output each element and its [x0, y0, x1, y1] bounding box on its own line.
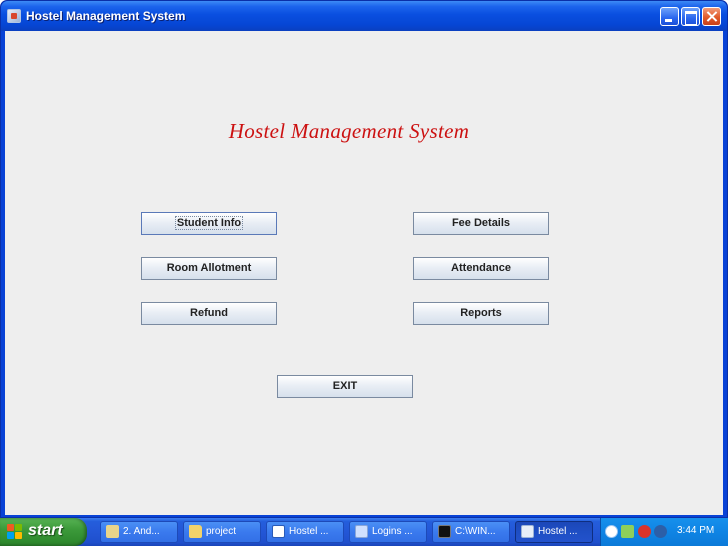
taskbar-item-active[interactable]: Hostel ... — [515, 521, 593, 543]
system-tray: 3:44 PM — [600, 518, 728, 546]
fee-details-button-label: Fee Details — [451, 217, 511, 229]
taskbar-item-label: project — [206, 526, 237, 537]
taskbar-item-label: Logins ... — [372, 526, 413, 537]
java-app-icon[interactable] — [7, 9, 21, 23]
taskbar: start 2. And... project Hostel ... Login… — [0, 518, 728, 546]
taskbar-item[interactable]: C:\WIN... — [432, 521, 510, 543]
word-document-icon — [272, 525, 285, 538]
start-button[interactable]: start — [0, 518, 87, 546]
taskbar-item[interactable]: Hostel ... — [266, 521, 344, 543]
taskbar-item-label: Hostel ... — [289, 526, 329, 537]
taskbar-item-label: C:\WIN... — [455, 526, 496, 537]
pencil-icon — [106, 525, 119, 538]
security-shield-icon[interactable] — [638, 525, 651, 538]
student-info-button-label: Student Info — [174, 216, 244, 230]
fee-details-button[interactable]: Fee Details — [413, 212, 549, 235]
maximize-button[interactable] — [681, 7, 700, 26]
network-icon[interactable] — [621, 525, 634, 538]
exit-button-label: EXIT — [332, 380, 358, 392]
command-prompt-icon — [438, 525, 451, 538]
windows-logo-icon — [7, 524, 23, 540]
main-panel: Hostel Management System Student Info Fe… — [5, 31, 723, 515]
title-bar[interactable]: Hostel Management System — [1, 1, 727, 31]
document-icon — [355, 525, 368, 538]
page-heading: Hostel Management System — [228, 119, 470, 143]
refund-button-label: Refund — [190, 307, 228, 319]
student-info-button[interactable]: Student Info — [141, 212, 277, 235]
folder-icon — [189, 525, 202, 538]
java-app-icon — [521, 525, 534, 538]
taskbar-item-label: 2. And... — [123, 526, 160, 537]
show-hidden-icons-icon[interactable] — [605, 525, 618, 538]
attendance-button[interactable]: Attendance — [413, 257, 549, 280]
refund-button[interactable]: Refund — [141, 302, 277, 325]
window-title: Hostel Management System — [26, 9, 186, 23]
taskbar-item[interactable]: project — [183, 521, 261, 543]
start-label: start — [28, 522, 63, 539]
room-allotment-button-label: Room Allotment — [166, 262, 252, 274]
antivirus-icon[interactable] — [654, 525, 667, 538]
room-allotment-button[interactable]: Room Allotment — [141, 257, 277, 280]
exit-button[interactable]: EXIT — [277, 375, 413, 398]
reports-button[interactable]: Reports — [413, 302, 549, 325]
app-window: Hostel Management System Hostel Manageme… — [0, 0, 728, 518]
close-button[interactable] — [702, 7, 721, 26]
taskbar-item[interactable]: Logins ... — [349, 521, 427, 543]
clock[interactable]: 3:44 PM — [677, 525, 714, 536]
taskbar-item[interactable]: 2. And... — [100, 521, 178, 543]
reports-button-label: Reports — [460, 307, 502, 319]
attendance-button-label: Attendance — [451, 262, 511, 274]
taskbar-item-label: Hostel ... — [538, 526, 578, 537]
minimize-button[interactable] — [660, 7, 679, 26]
